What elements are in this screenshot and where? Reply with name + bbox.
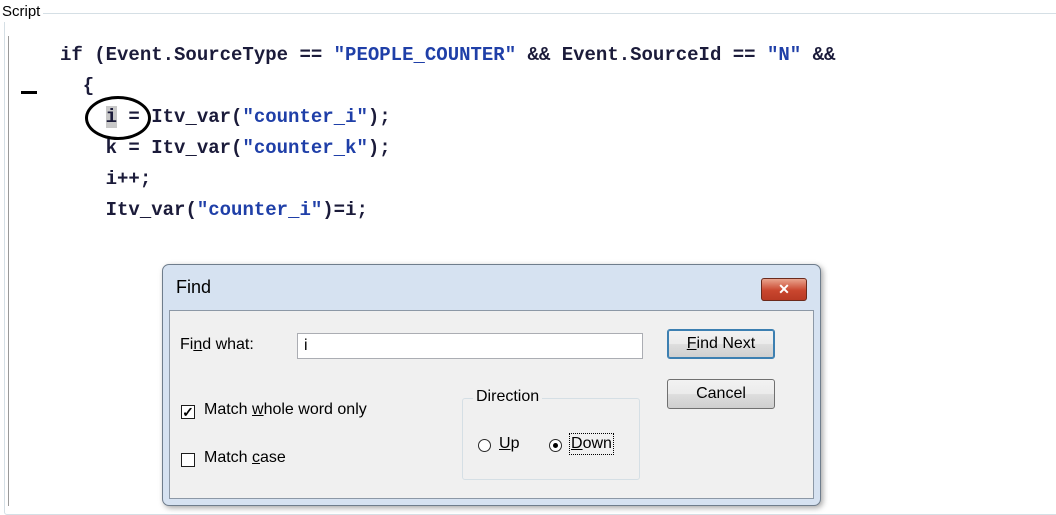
direction-group: Direction Up Down: [462, 388, 640, 480]
find-what-label: Find what:: [180, 336, 254, 353]
dialog-client-area: Find what: Find Next Cancel ✓ Match whol…: [169, 310, 814, 499]
code-text[interactable]: if (Event.SourceType == "PEOPLE COUNTER"…: [60, 40, 835, 226]
code-token: && Event.SourceId ==: [516, 44, 767, 66]
close-button[interactable]: ✕: [761, 278, 807, 301]
checkmark-icon: ✓: [182, 404, 194, 420]
code-token: "PEOPLE: [333, 44, 414, 66]
code-token: Itv: [60, 199, 140, 221]
code-token: );: [367, 106, 391, 128]
dialog-title: Find: [176, 277, 212, 297]
close-icon: ✕: [778, 281, 790, 297]
highlighted-match: i: [105, 106, 118, 128]
direction-down-radio[interactable]: [549, 439, 562, 452]
script-group-title: Script: [0, 2, 44, 22]
code-line[interactable]: Itv var("counter i")=i;: [60, 195, 835, 226]
code-token: );: [367, 137, 391, 159]
code-token: "counter: [242, 137, 334, 159]
code-line[interactable]: if (Event.SourceType == "PEOPLE COUNTER"…: [60, 40, 835, 71]
code-token: = Itv: [117, 106, 186, 128]
code-token: i": [299, 199, 323, 221]
cancel-button[interactable]: Cancel: [667, 379, 775, 409]
code-token: var(: [151, 199, 197, 221]
match-whole-word-checkbox[interactable]: ✓: [181, 405, 195, 419]
match-whole-word-label[interactable]: Match whole word only: [204, 401, 367, 419]
code-token: if (Event.SourceType ==: [60, 44, 334, 66]
code-token: "counter: [196, 199, 289, 221]
editor-gutter: [10, 43, 40, 503]
direction-up-radio[interactable]: [478, 439, 491, 452]
find-next-button[interactable]: Find Next: [667, 329, 775, 359]
match-case-label[interactable]: Match case: [204, 449, 286, 467]
code-line[interactable]: i = Itv var("counter i");: [60, 102, 835, 133]
find-what-input[interactable]: [297, 333, 643, 359]
code-token: i": [345, 106, 368, 128]
code-token: k = Itv: [60, 137, 186, 159]
fold-collapse-marker[interactable]: [21, 91, 37, 94]
code-token: )=i;: [322, 199, 368, 221]
match-case-checkbox[interactable]: [181, 453, 195, 467]
direction-down-label[interactable]: Down: [569, 433, 614, 455]
direction-legend: Direction: [473, 388, 543, 406]
code-token: "counter: [242, 106, 334, 128]
code-token: {: [60, 75, 95, 97]
code-token: &&: [801, 44, 836, 66]
code-token: var(: [196, 137, 243, 159]
direction-up-label[interactable]: Up: [499, 435, 519, 453]
dialog-titlebar[interactable]: Find ✕: [163, 265, 820, 310]
code-token: COUNTER": [424, 44, 517, 66]
code-line[interactable]: {: [60, 71, 835, 102]
code-token: k": [345, 137, 368, 159]
code-line[interactable]: i++;: [60, 164, 835, 195]
find-dialog: Find ✕ Find what: Find Next Cancel ✓ Mat…: [162, 264, 821, 506]
code-token: i++;: [60, 168, 152, 190]
code-token: "N": [766, 44, 802, 66]
code-token: var(: [196, 106, 243, 128]
code-line[interactable]: k = Itv var("counter k");: [60, 133, 835, 164]
